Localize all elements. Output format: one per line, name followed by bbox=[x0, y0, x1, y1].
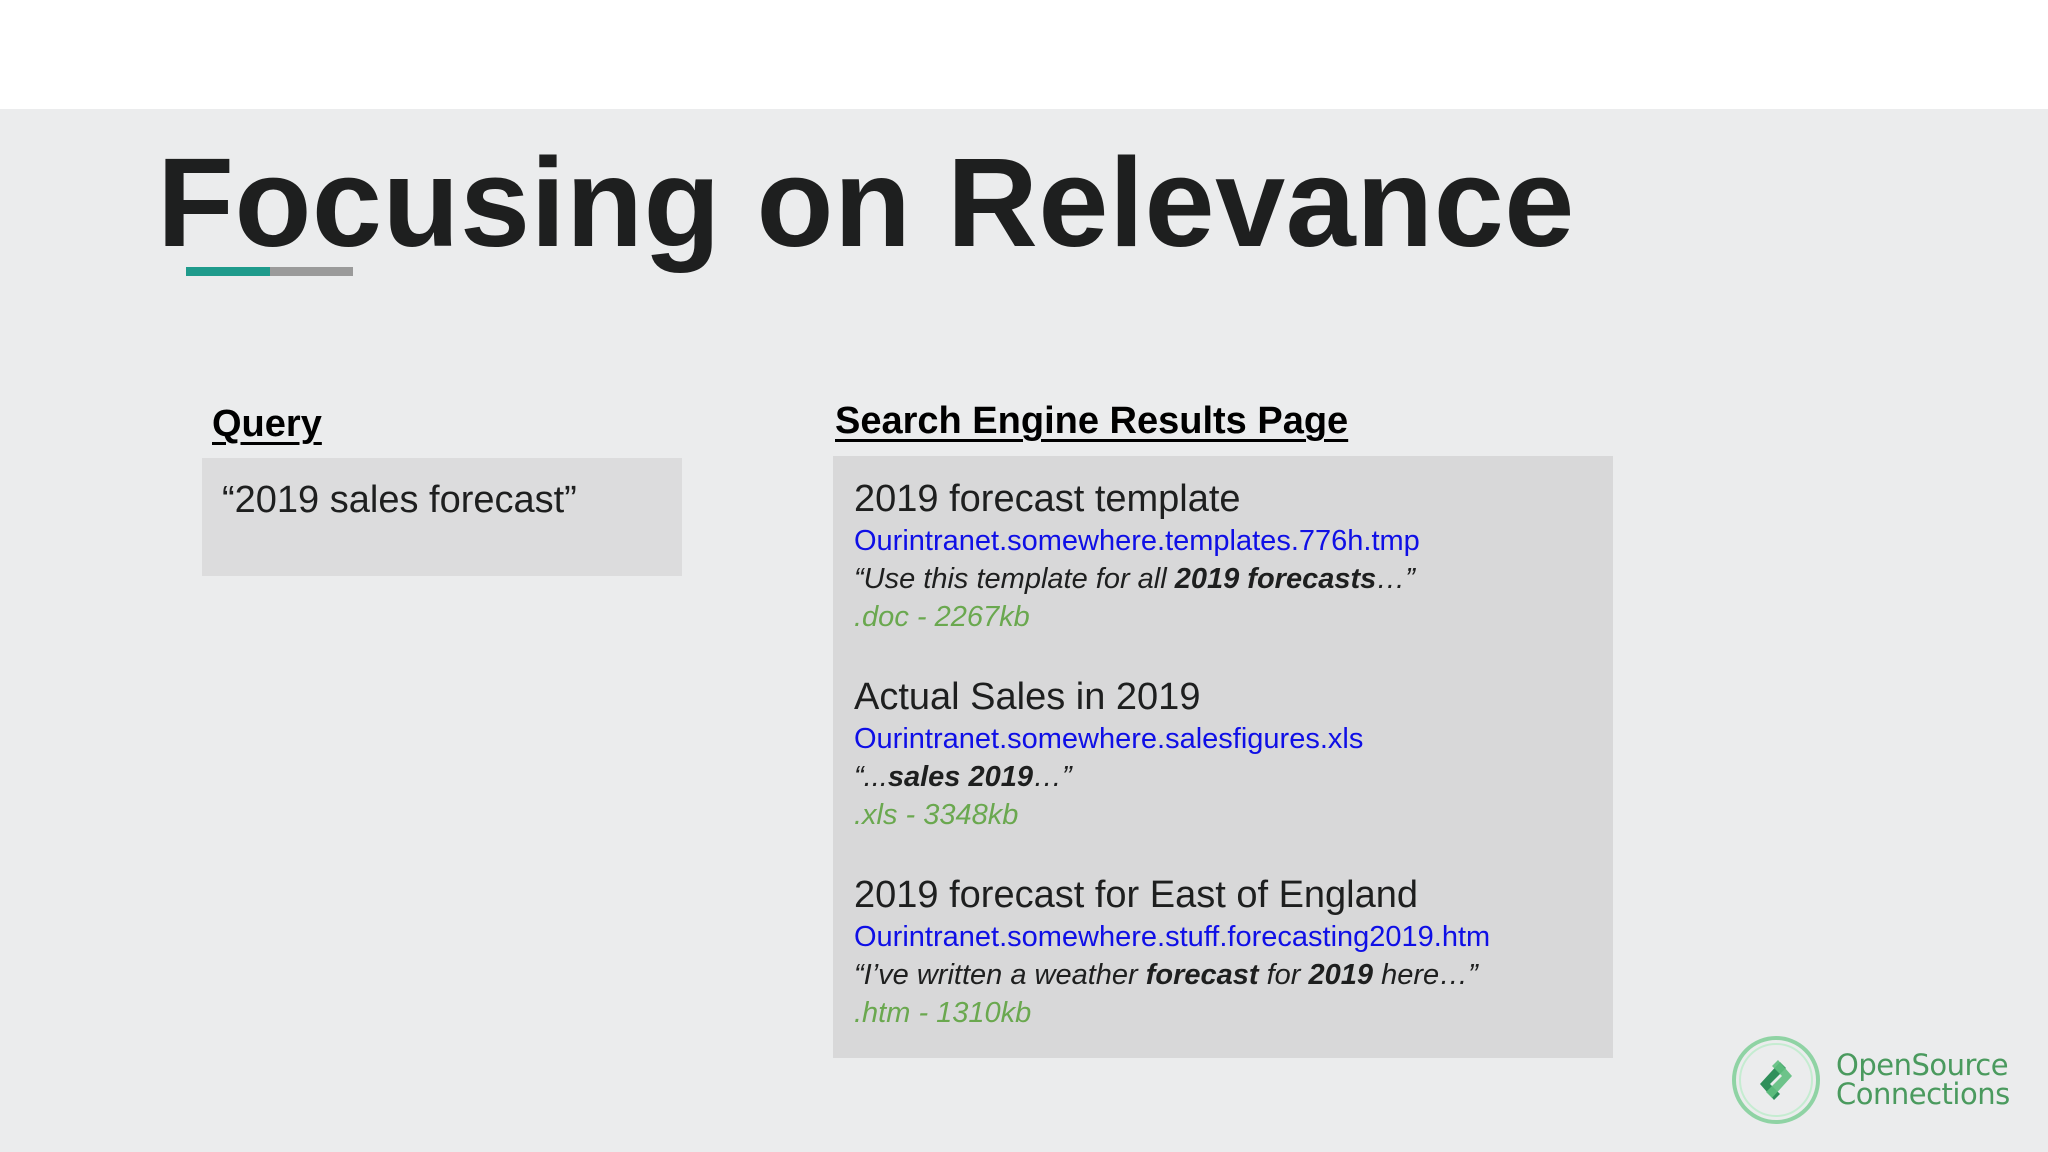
query-label: Query bbox=[212, 403, 322, 445]
logo-text: OpenSource Connections bbox=[1836, 1051, 2010, 1109]
result-snippet: “I’ve written a weather forecast for 201… bbox=[854, 959, 1478, 991]
result-url[interactable]: Ourintranet.somewhere.templates.776h.tmp bbox=[854, 522, 1613, 560]
serp-label: Search Engine Results Page bbox=[835, 400, 1349, 442]
result-title[interactable]: 2019 forecast template bbox=[854, 476, 1613, 522]
query-box: “2019 sales forecast” bbox=[202, 458, 682, 576]
title-accent-bar bbox=[186, 267, 353, 276]
result-snippet: “...sales 2019…” bbox=[854, 761, 1072, 793]
result-url[interactable]: Ourintranet.somewhere.stuff.forecasting2… bbox=[854, 918, 1613, 956]
result-title[interactable]: 2019 forecast for East of England bbox=[854, 872, 1613, 918]
serp-results-box: 2019 forecast template Ourintranet.somew… bbox=[833, 456, 1613, 1058]
result-meta: .doc - 2267kb bbox=[854, 601, 1030, 633]
slide-title: Focusing on Relevance bbox=[157, 132, 1575, 273]
result-title[interactable]: Actual Sales in 2019 bbox=[854, 674, 1613, 720]
accent-bar-teal bbox=[186, 267, 270, 276]
opensource-connections-logo-icon bbox=[1732, 1036, 1820, 1124]
result-url[interactable]: Ourintranet.somewhere.salesfigures.xls bbox=[854, 720, 1613, 758]
opensource-connections-logo: OpenSource Connections bbox=[1730, 1034, 2010, 1126]
query-text: “2019 sales forecast” bbox=[222, 479, 577, 521]
result-item: 2019 forecast for East of England Ourint… bbox=[854, 872, 1613, 1070]
result-item: 2019 forecast template Ourintranet.somew… bbox=[854, 476, 1613, 674]
accent-bar-gray bbox=[270, 267, 353, 276]
result-meta: .htm - 1310kb bbox=[854, 997, 1032, 1029]
logo-text-line1: OpenSource bbox=[1836, 1048, 2009, 1082]
result-snippet: “Use this template for all 2019 forecast… bbox=[854, 563, 1415, 595]
result-item: Actual Sales in 2019 Ourintranet.somewhe… bbox=[854, 674, 1613, 872]
result-meta: .xls - 3348kb bbox=[854, 799, 1019, 831]
logo-text-line2: Connections bbox=[1836, 1077, 2010, 1111]
